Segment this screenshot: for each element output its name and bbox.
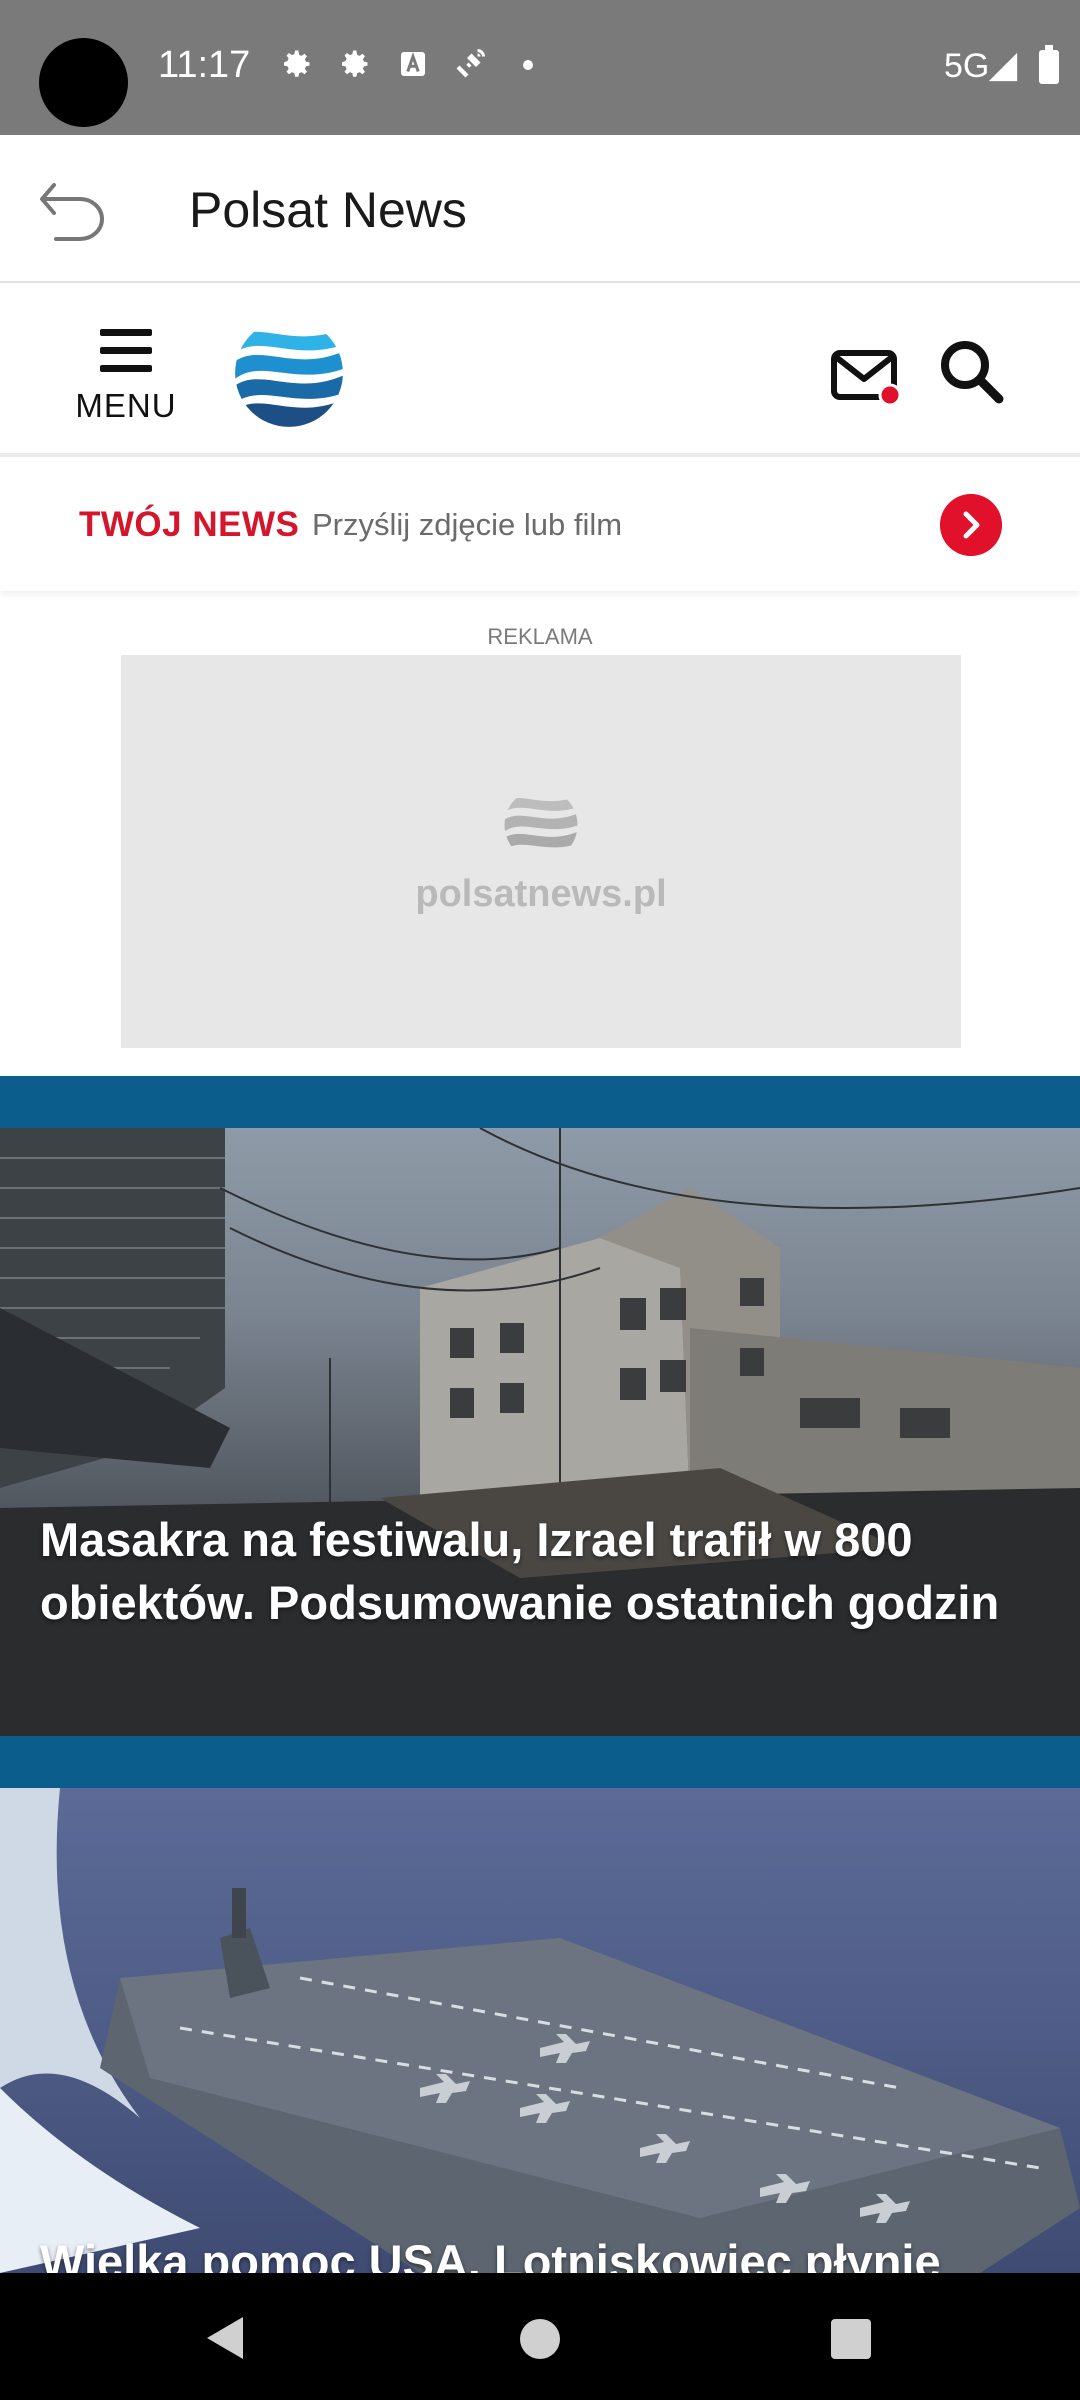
chevron-right-icon[interactable] [940,494,1002,556]
notification-badge [878,383,902,407]
font-icon [401,51,425,76]
menu-label: MENU [75,387,177,424]
destroyed-buildings-photo [0,1128,1080,1736]
twoj-news-text: Przyślij zdjęcie lub film [312,507,623,542]
article-card[interactable]: Masakra na festiwalu, Izrael trafił w 80… [0,1128,1080,1736]
settings-icon [342,50,368,77]
status-bar: 11:17 5G [0,0,1080,135]
search-icon[interactable] [935,335,1007,407]
aircraft-carrier-photo [0,1788,1080,2273]
polsat-wave-logo-icon [504,796,578,851]
network-type: 5G [944,47,990,85]
polsat-news-logo-icon[interactable] [233,318,345,428]
app-title: Polsat News [189,182,467,238]
nav-home-icon[interactable] [520,2319,560,2359]
article-card[interactable]: Wielka pomoc USA. Lotniskowiec płynie [0,1788,1080,2273]
twoj-news-brand: TWÓJ NEWS [79,505,300,544]
mail-icon[interactable] [830,343,904,407]
twoj-news-banner[interactable]: TWÓJ NEWS Przyślij zdjęcie lub film [0,461,1080,591]
screen: 11:17 5G Polsat News MENU TWÓJ NEWS Przy… [0,0,1080,2400]
hamburger-icon [100,329,152,373]
ad-label: REKLAMA [487,624,593,649]
notification-dot [523,60,533,70]
section-band [0,1076,1080,1128]
battery-icon [1039,45,1059,84]
section-band [0,1736,1080,1788]
camera-cutout [39,38,128,127]
ad-placeholder[interactable]: polsatnews.pl [121,655,961,1048]
ad-placeholder-text: polsatnews.pl [415,873,667,915]
site-header: MENU [0,285,1080,457]
nav-recents-icon[interactable] [831,2319,871,2359]
article-title[interactable]: Masakra na festiwalu, Izrael trafił w 80… [40,1508,1050,1634]
back-arrow-icon[interactable] [36,177,110,241]
app-bar: Polsat News [0,135,1080,283]
status-time: 11:17 [158,44,251,86]
signal-icon [988,52,1018,82]
system-nav-bar [0,2273,1080,2400]
satellite-icon [456,49,485,78]
settings-icon [284,50,310,77]
nav-back-icon[interactable] [203,2315,247,2361]
article-title[interactable]: Wielka pomoc USA. Lotniskowiec płynie [40,2230,1050,2273]
menu-button[interactable]: MENU [70,325,182,435]
